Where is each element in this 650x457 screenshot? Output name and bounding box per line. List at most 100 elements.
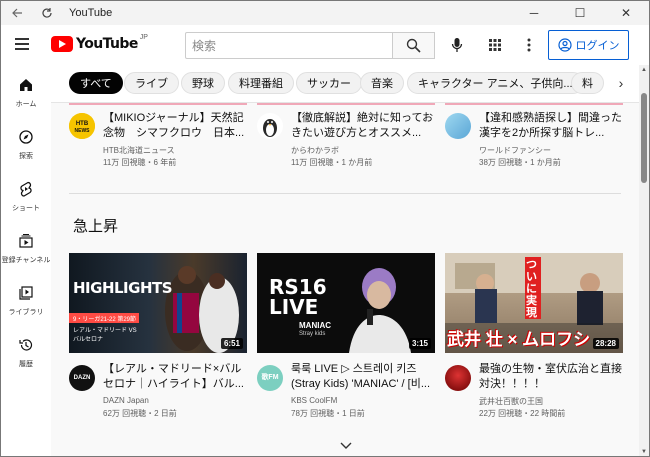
scroll-down-icon[interactable]: ▼: [641, 449, 647, 455]
filter-chips-bar: すべて ライブ 野球 料理番組 サッカー 音楽 キャラクター アニメ、子供向..…: [51, 65, 639, 103]
video-title[interactable]: 【違和感熟語探し】間違った漢字を2か所探す脳トレ...: [479, 111, 625, 141]
channel-name[interactable]: KBS CoolFM: [291, 396, 337, 405]
svg-text:HTB: HTB: [76, 121, 89, 127]
sidebar-item-history[interactable]: 履歴: [1, 325, 51, 375]
sidebar-item-label: ホーム: [15, 101, 37, 108]
logo-text: YouTube: [76, 36, 138, 52]
sidebar-item-home[interactable]: ホーム: [1, 65, 51, 115]
channel-avatar[interactable]: [445, 113, 471, 139]
search-box[interactable]: [185, 32, 393, 59]
video-title[interactable]: 룩룩 LIVE ▷ 스트레이 키즈 (Stray Kids) 'MANIAC' …: [291, 362, 437, 392]
account-icon: [557, 38, 572, 52]
channel-avatar[interactable]: [445, 365, 471, 391]
video-duration: 28:28: [592, 338, 619, 349]
sidebar-item-label: ライブラリ: [8, 309, 44, 316]
video-thumbnail[interactable]: HIGHLIGHTS 9・リーガ21-22 第29節 レアル・マドリード VS …: [69, 253, 247, 353]
thumb-line1: RS16: [269, 275, 327, 299]
channel-avatar[interactable]: [257, 113, 283, 139]
video-title[interactable]: 最強の生物・室伏広治と直接対決！！！！: [479, 362, 625, 392]
video-meta: 78万 回視聴・1 日前: [291, 409, 365, 418]
login-button[interactable]: ログイン: [548, 30, 629, 60]
history-icon: [18, 337, 34, 353]
search-button[interactable]: [393, 32, 435, 59]
channel-name[interactable]: DAZN Japan: [103, 396, 149, 405]
video-meta: 11万 回視聴・6 年前: [103, 158, 177, 167]
youtube-logo[interactable]: YouTube JP: [51, 33, 148, 52]
chip-baseball[interactable]: 野球: [181, 72, 225, 94]
vertical-scrollbar[interactable]: ▲ ▼: [639, 65, 649, 456]
scrollbar-thumb[interactable]: [641, 93, 647, 183]
thumb-headline: HIGHLIGHTS: [73, 279, 173, 297]
channel-name[interactable]: HTB北海道ニュース: [103, 145, 175, 156]
apps-grid-icon[interactable]: [485, 35, 505, 55]
video-thumbnail[interactable]: ついに実現 武井 壮 × ムロフシ 28:28: [445, 253, 623, 353]
video-item[interactable]: 【徹底解説】絶対に知っておきたい遊び方とオススメ... からわかラボ 11万 回…: [257, 109, 437, 173]
chip-music[interactable]: 音楽: [360, 72, 404, 94]
sidebar-item-label: ショート: [12, 205, 40, 212]
channel-avatar[interactable]: 歌FM: [257, 365, 283, 391]
chip-all[interactable]: すべて: [69, 72, 123, 94]
chip-character-anime[interactable]: キャラクター アニメ、子供向...: [407, 72, 584, 94]
progress-line: [257, 103, 435, 105]
video-card[interactable]: HIGHLIGHTS 9・リーガ21-22 第29節 レアル・マドリード VS …: [69, 253, 247, 418]
sidebar-item-explore[interactable]: 探索: [1, 117, 51, 167]
search-input[interactable]: [186, 33, 392, 58]
title-bar: YouTube ─ ☐ ✕: [1, 1, 649, 25]
minimize-button[interactable]: ─: [511, 1, 557, 25]
chevron-right-icon[interactable]: ›: [611, 73, 631, 93]
back-arrow-icon[interactable]: [5, 1, 29, 25]
chip-live[interactable]: ライブ: [124, 72, 179, 94]
video-title[interactable]: 【MIKIOジャーナル】天然記念物 シマフクロウ 日本...: [103, 111, 249, 141]
library-icon: [18, 285, 34, 301]
sidebar-item-label: 登録チャンネル: [1, 257, 51, 264]
thumb-line4: Stray kids: [299, 331, 326, 337]
video-item[interactable]: 【違和感熟語探し】間違った漢字を2か所探す脳トレ... ワールドファンシー 38…: [445, 109, 625, 173]
app-window: YouTube ─ ☐ ✕ YouTube JP 検索 ログイン ホーム 探索 …: [0, 0, 650, 457]
scroll-up-icon[interactable]: ▲: [641, 67, 647, 73]
video-title[interactable]: 【レアル・マドリード×バルセロナ｜ハイライト】バル...: [103, 362, 249, 392]
chevron-down-icon[interactable]: [339, 439, 353, 453]
sidebar-item-label: 履歴: [19, 361, 33, 368]
logo-region: JP: [139, 33, 148, 41]
chip-cooking-2[interactable]: 料: [571, 72, 604, 94]
chip-soccer[interactable]: サッカー: [296, 72, 362, 94]
maximize-button[interactable]: ☐: [557, 1, 603, 25]
thumb-subline: 9・リーガ21-22 第29節: [73, 317, 137, 323]
close-button[interactable]: ✕: [603, 1, 649, 25]
sidebar-item-library[interactable]: ライブラリ: [1, 273, 51, 323]
sidebar-item-shorts[interactable]: ショート: [1, 169, 51, 219]
video-meta: 22万 回視聴・22 時間前: [479, 409, 566, 418]
channel-avatar[interactable]: HTB NEWS: [69, 113, 95, 139]
sidebar-item-subscriptions[interactable]: 登録チャンネル: [1, 221, 51, 271]
video-thumbnail[interactable]: RS16 LIVE MANIAC Stray kids 3:15: [257, 253, 435, 353]
thumb-line2: LIVE: [269, 295, 319, 319]
avatar-text: DAZN: [73, 375, 91, 381]
channel-name[interactable]: 武井壮百獣の王国: [479, 396, 543, 407]
compass-icon: [18, 129, 34, 145]
window-title: YouTube: [69, 7, 113, 19]
microphone-icon[interactable]: [447, 35, 467, 55]
more-vertical-icon[interactable]: [519, 35, 539, 55]
subscriptions-icon: [18, 233, 34, 249]
section-divider: [69, 193, 621, 194]
chip-cooking[interactable]: 料理番組: [228, 72, 294, 94]
avatar-text: 歌FM: [261, 374, 279, 381]
login-label: ログイン: [575, 40, 620, 52]
channel-name[interactable]: からわかラボ: [291, 145, 339, 156]
video-item[interactable]: HTB NEWS 【MIKIOジャーナル】天然記念物 シマフクロウ 日本... H…: [69, 109, 249, 173]
reload-icon[interactable]: [35, 1, 59, 25]
video-card[interactable]: RS16 LIVE MANIAC Stray kids 3:15 歌FM 룩룩 …: [257, 253, 435, 418]
thumb-names: 武井 壮 × ムロフシ: [447, 330, 591, 349]
play-logo-icon: [51, 36, 73, 52]
channel-avatar[interactable]: DAZN: [69, 365, 95, 391]
channel-name[interactable]: ワールドファンシー: [479, 145, 551, 156]
video-duration: 6:51: [220, 338, 243, 349]
masthead: YouTube JP ログイン: [1, 25, 649, 65]
window-controls: ─ ☐ ✕: [511, 1, 649, 25]
shorts-icon: [18, 181, 34, 197]
menu-icon[interactable]: [15, 35, 33, 53]
video-card[interactable]: ついに実現 武井 壮 × ムロフシ 28:28 最強の生物・室伏広治と直接対決！…: [445, 253, 623, 418]
video-title[interactable]: 【徹底解説】絶対に知っておきたい遊び方とオススメ...: [291, 111, 437, 141]
sidebar: ホーム 探索 ショート 登録チャンネル ライブラリ 履歴: [1, 65, 51, 456]
progress-line: [445, 103, 623, 105]
